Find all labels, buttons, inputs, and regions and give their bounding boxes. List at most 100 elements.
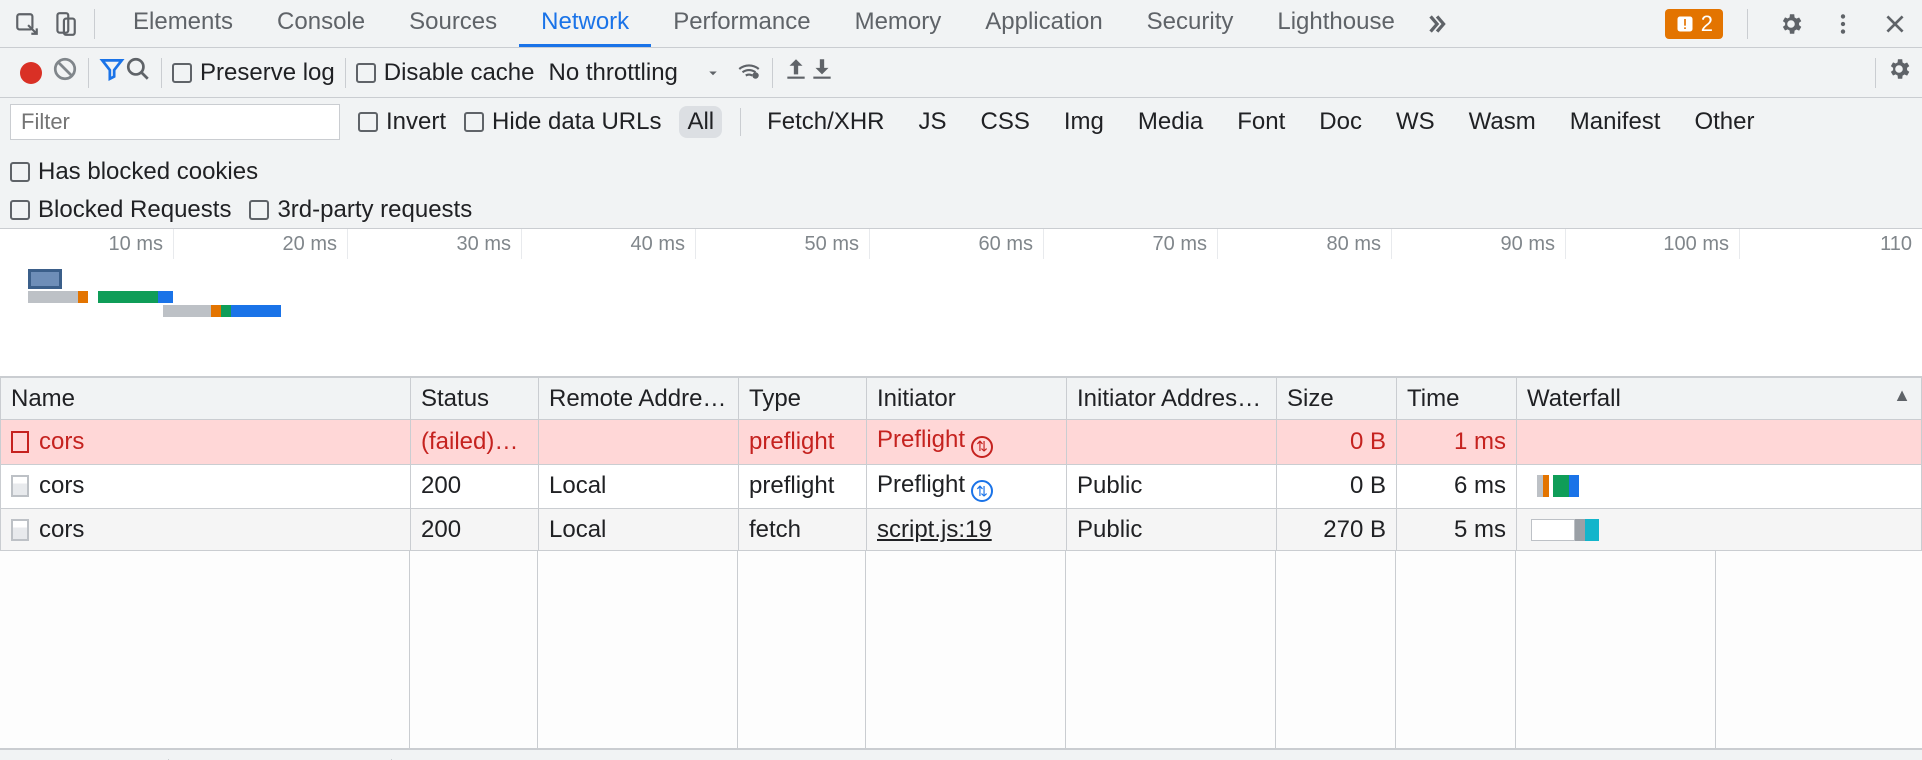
hide-data-urls-checkbox[interactable]: Hide data URLs [464, 108, 661, 136]
tab-elements[interactable]: Elements [111, 0, 255, 47]
col-initiator-address[interactable]: Initiator Addres… [1067, 378, 1277, 420]
type-pill-js[interactable]: JS [911, 106, 955, 138]
cell-size: 0 B [1277, 464, 1397, 509]
overview-tick: 50 ms [696, 229, 870, 259]
separator [345, 58, 346, 88]
has-blocked-cookies-label: Has blocked cookies [38, 158, 258, 186]
overview-tick: 100 ms [1566, 229, 1740, 259]
table-row[interactable]: cors 200 Local preflight Preflight⇅ Publ… [1, 464, 1922, 509]
issues-count: 2 [1701, 11, 1713, 37]
close-devtools-icon[interactable] [1876, 5, 1914, 43]
cell-waterfall [1517, 509, 1922, 551]
cell-time: 6 ms [1397, 464, 1517, 509]
type-pill-fetch-xhr[interactable]: Fetch/XHR [759, 106, 892, 138]
panel-tabs: Elements Console Sources Network Perform… [111, 0, 1665, 47]
chevron-down-icon [704, 64, 722, 82]
disable-cache-checkbox[interactable]: Disable cache [356, 59, 535, 87]
col-time[interactable]: Time [1397, 378, 1517, 420]
cell-time: 1 ms [1397, 420, 1517, 465]
table-row[interactable]: cors (failed)… preflight Preflight⇅ 0 B … [1, 420, 1922, 465]
filter-toggle-icon[interactable] [99, 56, 125, 89]
throttling-select[interactable]: No throttling [548, 59, 721, 87]
blocked-requests-checkbox[interactable]: Blocked Requests [10, 196, 231, 224]
cell-waterfall [1517, 420, 1922, 465]
separator [740, 108, 741, 136]
issues-counter[interactable]: 2 [1665, 9, 1723, 39]
type-pill-doc[interactable]: Doc [1311, 106, 1370, 138]
cell-status: 200 [411, 509, 539, 551]
table-row[interactable]: cors 200 Local fetch script.js:19 Public… [1, 509, 1922, 551]
type-pill-img[interactable]: Img [1056, 106, 1112, 138]
type-pill-css[interactable]: CSS [973, 106, 1038, 138]
network-toolbar: Preserve log Disable cache No throttling [0, 48, 1922, 98]
invert-checkbox[interactable]: Invert [358, 108, 446, 136]
separator [88, 58, 89, 88]
tab-console[interactable]: Console [255, 0, 387, 47]
inspect-icon[interactable] [8, 5, 46, 43]
tab-network[interactable]: Network [519, 0, 651, 47]
cell-initiator-link[interactable]: script.js:19 [877, 516, 992, 543]
tab-sources[interactable]: Sources [387, 0, 519, 47]
network-table: Name Status Remote Addres… Type Initiato… [0, 377, 1922, 749]
type-pill-ws[interactable]: WS [1388, 106, 1443, 138]
col-size[interactable]: Size [1277, 378, 1397, 420]
kebab-menu-icon[interactable] [1824, 5, 1862, 43]
has-blocked-cookies-checkbox[interactable]: Has blocked cookies [10, 158, 258, 186]
device-toggle-icon[interactable] [46, 5, 84, 43]
overview-ruler: 10 ms 20 ms 30 ms 40 ms 50 ms 60 ms 70 m… [0, 229, 1922, 259]
overview-tick: 110 [1740, 229, 1922, 259]
preserve-log-checkbox[interactable]: Preserve log [172, 59, 335, 87]
col-waterfall[interactable]: Waterfall [1517, 378, 1922, 420]
search-icon[interactable] [125, 56, 151, 89]
separator [161, 58, 162, 88]
cell-time: 5 ms [1397, 509, 1517, 551]
overview-bars [28, 269, 281, 317]
tab-security[interactable]: Security [1125, 0, 1256, 47]
tab-lighthouse[interactable]: Lighthouse [1255, 0, 1416, 47]
settings-gear-icon[interactable] [1772, 5, 1810, 43]
cell-name: cors [39, 428, 84, 455]
filter-input[interactable] [10, 104, 340, 140]
separator [1747, 9, 1748, 39]
col-status[interactable]: Status [411, 378, 539, 420]
type-pill-media[interactable]: Media [1130, 106, 1211, 138]
type-pill-wasm[interactable]: Wasm [1461, 106, 1544, 138]
type-pill-other[interactable]: Other [1686, 106, 1762, 138]
table-header-row: Name Status Remote Addres… Type Initiato… [1, 378, 1922, 420]
col-initiator[interactable]: Initiator [867, 378, 1067, 420]
col-remote-address[interactable]: Remote Addres… [539, 378, 739, 420]
network-settings-gear-icon[interactable] [1886, 56, 1912, 89]
network-conditions-icon[interactable] [736, 56, 762, 89]
download-har-icon[interactable] [809, 56, 835, 89]
separator [94, 9, 95, 39]
type-pill-font[interactable]: Font [1229, 106, 1293, 138]
overview-tick: 80 ms [1218, 229, 1392, 259]
tab-performance[interactable]: Performance [651, 0, 832, 47]
cell-remote: Local [539, 464, 739, 509]
third-party-label: 3rd-party requests [277, 196, 472, 224]
cell-remote: Local [539, 509, 739, 551]
file-icon [11, 519, 29, 541]
cell-name: cors [39, 472, 84, 499]
cell-remote [539, 420, 739, 465]
col-name[interactable]: Name [1, 378, 411, 420]
devtools-tab-bar: Elements Console Sources Network Perform… [0, 0, 1922, 48]
overview-tick: 60 ms [870, 229, 1044, 259]
overview-tick: 70 ms [1044, 229, 1218, 259]
cell-type: preflight [739, 420, 867, 465]
cell-waterfall [1517, 464, 1922, 509]
blocked-requests-label: Blocked Requests [38, 196, 231, 224]
timeline-overview[interactable]: 10 ms 20 ms 30 ms 40 ms 50 ms 60 ms 70 m… [0, 229, 1922, 377]
record-button[interactable] [20, 62, 42, 84]
tab-application[interactable]: Application [963, 0, 1124, 47]
upload-har-icon[interactable] [783, 56, 809, 89]
more-tabs-icon[interactable] [1417, 5, 1455, 43]
clear-button[interactable] [52, 56, 78, 89]
tab-memory[interactable]: Memory [833, 0, 964, 47]
third-party-checkbox[interactable]: 3rd-party requests [249, 196, 472, 224]
type-pill-all[interactable]: All [679, 106, 722, 138]
hide-data-urls-label: Hide data URLs [492, 108, 661, 136]
type-pill-manifest[interactable]: Manifest [1562, 106, 1669, 138]
col-type[interactable]: Type [739, 378, 867, 420]
cell-status: 200 [411, 464, 539, 509]
